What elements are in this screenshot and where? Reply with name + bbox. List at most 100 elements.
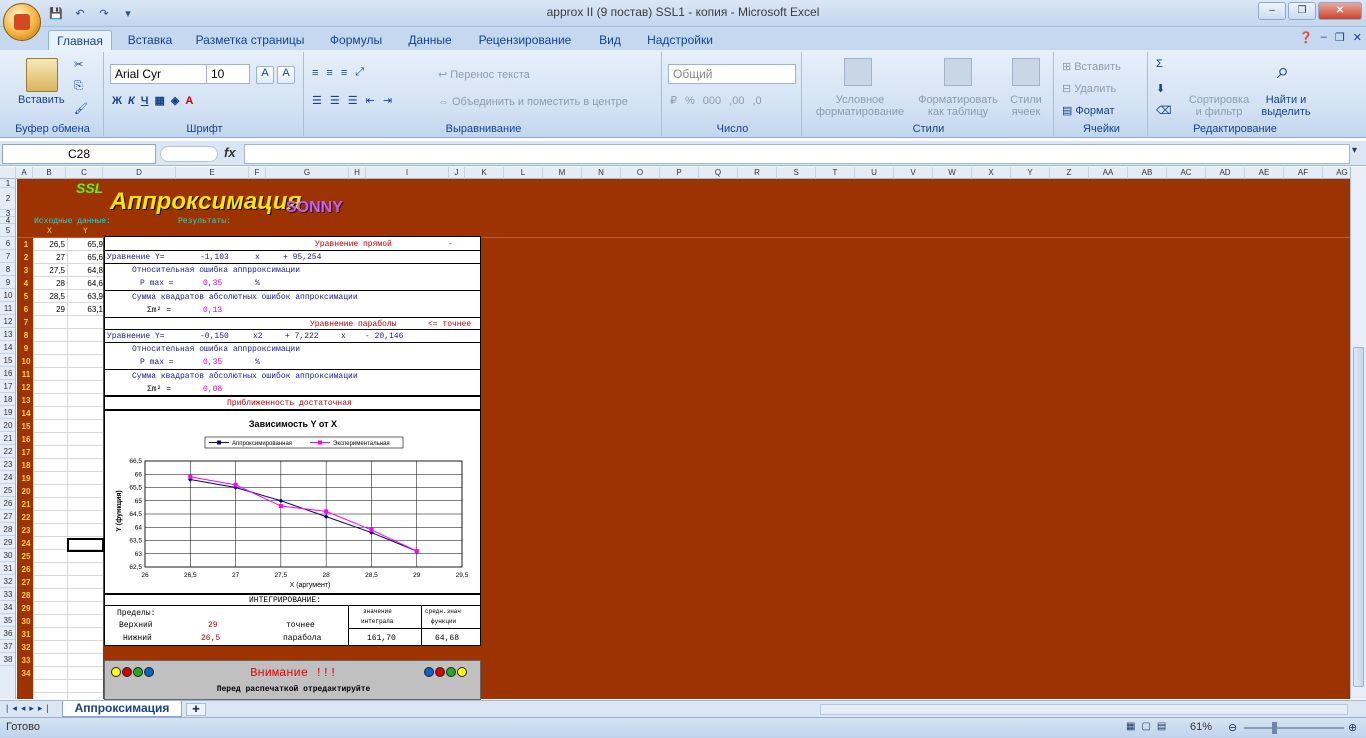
column-header-z[interactable]: Z	[1050, 167, 1089, 179]
row-header-15[interactable]: 15	[0, 354, 15, 367]
column-header-e[interactable]: E	[176, 167, 249, 179]
italic-icon[interactable]: К	[128, 95, 135, 107]
view-buttons[interactable]: ▦▢▤	[1126, 721, 1172, 732]
doc-restore-icon[interactable]: ❐	[1335, 31, 1345, 44]
column-header-q[interactable]: Q	[699, 167, 738, 179]
row-header-4[interactable]: 4	[0, 217, 15, 225]
align-middle-icon[interactable]: ≡	[326, 67, 332, 79]
format-painter-icon[interactable]: 🖌	[74, 102, 88, 115]
row-header-16[interactable]: 16	[0, 367, 15, 380]
row-header-27[interactable]: 27	[0, 510, 15, 523]
sort-filter-button[interactable]: Сортировка и фильтр	[1184, 94, 1254, 118]
borders-icon[interactable]: ▦	[154, 94, 164, 107]
zoom-level[interactable]: 61%	[1190, 721, 1212, 733]
row-header-18[interactable]: 18	[0, 393, 15, 406]
row-header-25[interactable]: 25	[0, 484, 15, 497]
row-header-31[interactable]: 31	[0, 562, 15, 575]
row-header-8[interactable]: 8	[0, 263, 15, 276]
row-header-11[interactable]: 11	[0, 302, 15, 315]
row-header-5[interactable]: 5	[0, 224, 15, 237]
increase-decimal-icon[interactable]: ,00	[729, 95, 744, 107]
underline-icon[interactable]: Ч	[141, 95, 149, 107]
orientation-icon[interactable]: ⤢	[355, 66, 364, 79]
scroll-thumb[interactable]	[1353, 347, 1364, 687]
sheet-tab-approx[interactable]: Аппроксимация	[62, 701, 182, 717]
row-header-19[interactable]: 19	[0, 406, 15, 419]
column-header-ab[interactable]: AB	[1128, 167, 1167, 179]
horizontal-scrollbar[interactable]	[820, 704, 1348, 715]
column-header-g[interactable]: G	[266, 167, 349, 179]
column-header-c[interactable]: C	[66, 167, 103, 179]
delete-cells-button[interactable]: Удалить	[1074, 83, 1116, 95]
row-header-38[interactable]: 38	[0, 653, 15, 666]
row-header-23[interactable]: 23	[0, 458, 15, 471]
decrease-decimal-icon[interactable]: ,0	[752, 95, 761, 107]
column-header-o[interactable]: O	[621, 167, 660, 179]
new-sheet-icon[interactable]: ✚	[186, 703, 206, 716]
zoom-slider[interactable]	[1244, 727, 1344, 729]
selected-cell[interactable]	[67, 538, 104, 552]
find-select-button[interactable]: Найти и выделить	[1254, 94, 1318, 118]
bold-icon[interactable]: Ж	[112, 95, 122, 107]
insert-cells-button[interactable]: Вставить	[1074, 61, 1121, 73]
column-header-ae[interactable]: AE	[1245, 167, 1284, 179]
align-left-icon[interactable]: ☰	[312, 94, 322, 107]
y-value[interactable]: 64,6	[68, 279, 103, 288]
paste-button[interactable]: Вставить	[18, 94, 65, 106]
row-header-21[interactable]: 21	[0, 432, 15, 445]
cell-styles-button[interactable]: Стили ячеек	[1004, 94, 1048, 118]
column-header-j[interactable]: J	[449, 167, 465, 179]
row-header-10[interactable]: 10	[0, 289, 15, 302]
column-header-k[interactable]: K	[465, 167, 504, 179]
copy-icon[interactable]: ⎘	[74, 80, 83, 93]
row-header-32[interactable]: 32	[0, 575, 15, 588]
tab-addins[interactable]: Надстройки	[640, 30, 720, 51]
row-header-12[interactable]: 12	[0, 315, 15, 328]
doc-close-icon[interactable]: ✕	[1353, 31, 1362, 44]
column-header-n[interactable]: N	[582, 167, 621, 179]
wrap-text-button[interactable]: Перенос текста	[450, 69, 530, 81]
column-header-u[interactable]: U	[855, 167, 894, 179]
formula-input[interactable]	[244, 144, 1350, 164]
align-right-icon[interactable]: ☰	[348, 94, 358, 107]
paste-icon[interactable]	[26, 58, 58, 92]
column-header-h[interactable]: H	[349, 167, 366, 179]
column-header-ad[interactable]: AD	[1206, 167, 1245, 179]
column-header-t[interactable]: T	[816, 167, 855, 179]
x-value[interactable]: 27,5	[34, 266, 65, 275]
column-header-v[interactable]: V	[894, 167, 933, 179]
font-name-select[interactable]: Arial Cyr	[110, 64, 208, 84]
chart[interactable]: Зависимость Y от X Аппроксимированная Экс…	[105, 411, 480, 593]
conditional-format-button[interactable]: Условное форматирование	[808, 94, 912, 118]
x-value[interactable]: 26,5	[34, 240, 65, 249]
insert-function-icon[interactable]: fx	[224, 145, 236, 160]
tab-insert[interactable]: Вставка	[120, 30, 180, 51]
y-value[interactable]: 63,9	[68, 292, 103, 301]
tab-data[interactable]: Данные	[400, 30, 460, 51]
x-value[interactable]: 28	[34, 279, 65, 288]
column-header-d[interactable]: D	[103, 167, 176, 179]
row-header-9[interactable]: 9	[0, 276, 15, 289]
x-value[interactable]: 27	[34, 253, 65, 262]
x-value[interactable]: 28,5	[34, 292, 65, 301]
tab-home[interactable]: Главная	[48, 30, 112, 51]
cut-icon[interactable]: ✂	[74, 58, 83, 71]
row-header-35[interactable]: 35	[0, 614, 15, 627]
help-icon[interactable]: ❓	[1299, 31, 1313, 44]
tab-formulas[interactable]: Формулы	[322, 30, 390, 51]
clear-icon[interactable]: ⌫	[1156, 104, 1172, 117]
row-header-14[interactable]: 14	[0, 341, 15, 354]
formula-bar-splitter[interactable]	[160, 146, 218, 162]
format-cells-button[interactable]: Формат	[1075, 105, 1114, 117]
minimize-button[interactable]: –	[1258, 2, 1286, 20]
column-header-l[interactable]: L	[504, 167, 543, 179]
number-format-select[interactable]: Общий	[668, 64, 796, 84]
outdent-icon[interactable]: ⇤	[366, 94, 375, 107]
autosum-icon[interactable]: Σ	[1156, 58, 1163, 70]
column-header-a[interactable]: A	[16, 167, 33, 179]
row-header-33[interactable]: 33	[0, 588, 15, 601]
office-button[interactable]	[3, 3, 41, 41]
shrink-font-icon[interactable]: A	[277, 66, 295, 84]
row-header-24[interactable]: 24	[0, 471, 15, 484]
row-header-30[interactable]: 30	[0, 549, 15, 562]
